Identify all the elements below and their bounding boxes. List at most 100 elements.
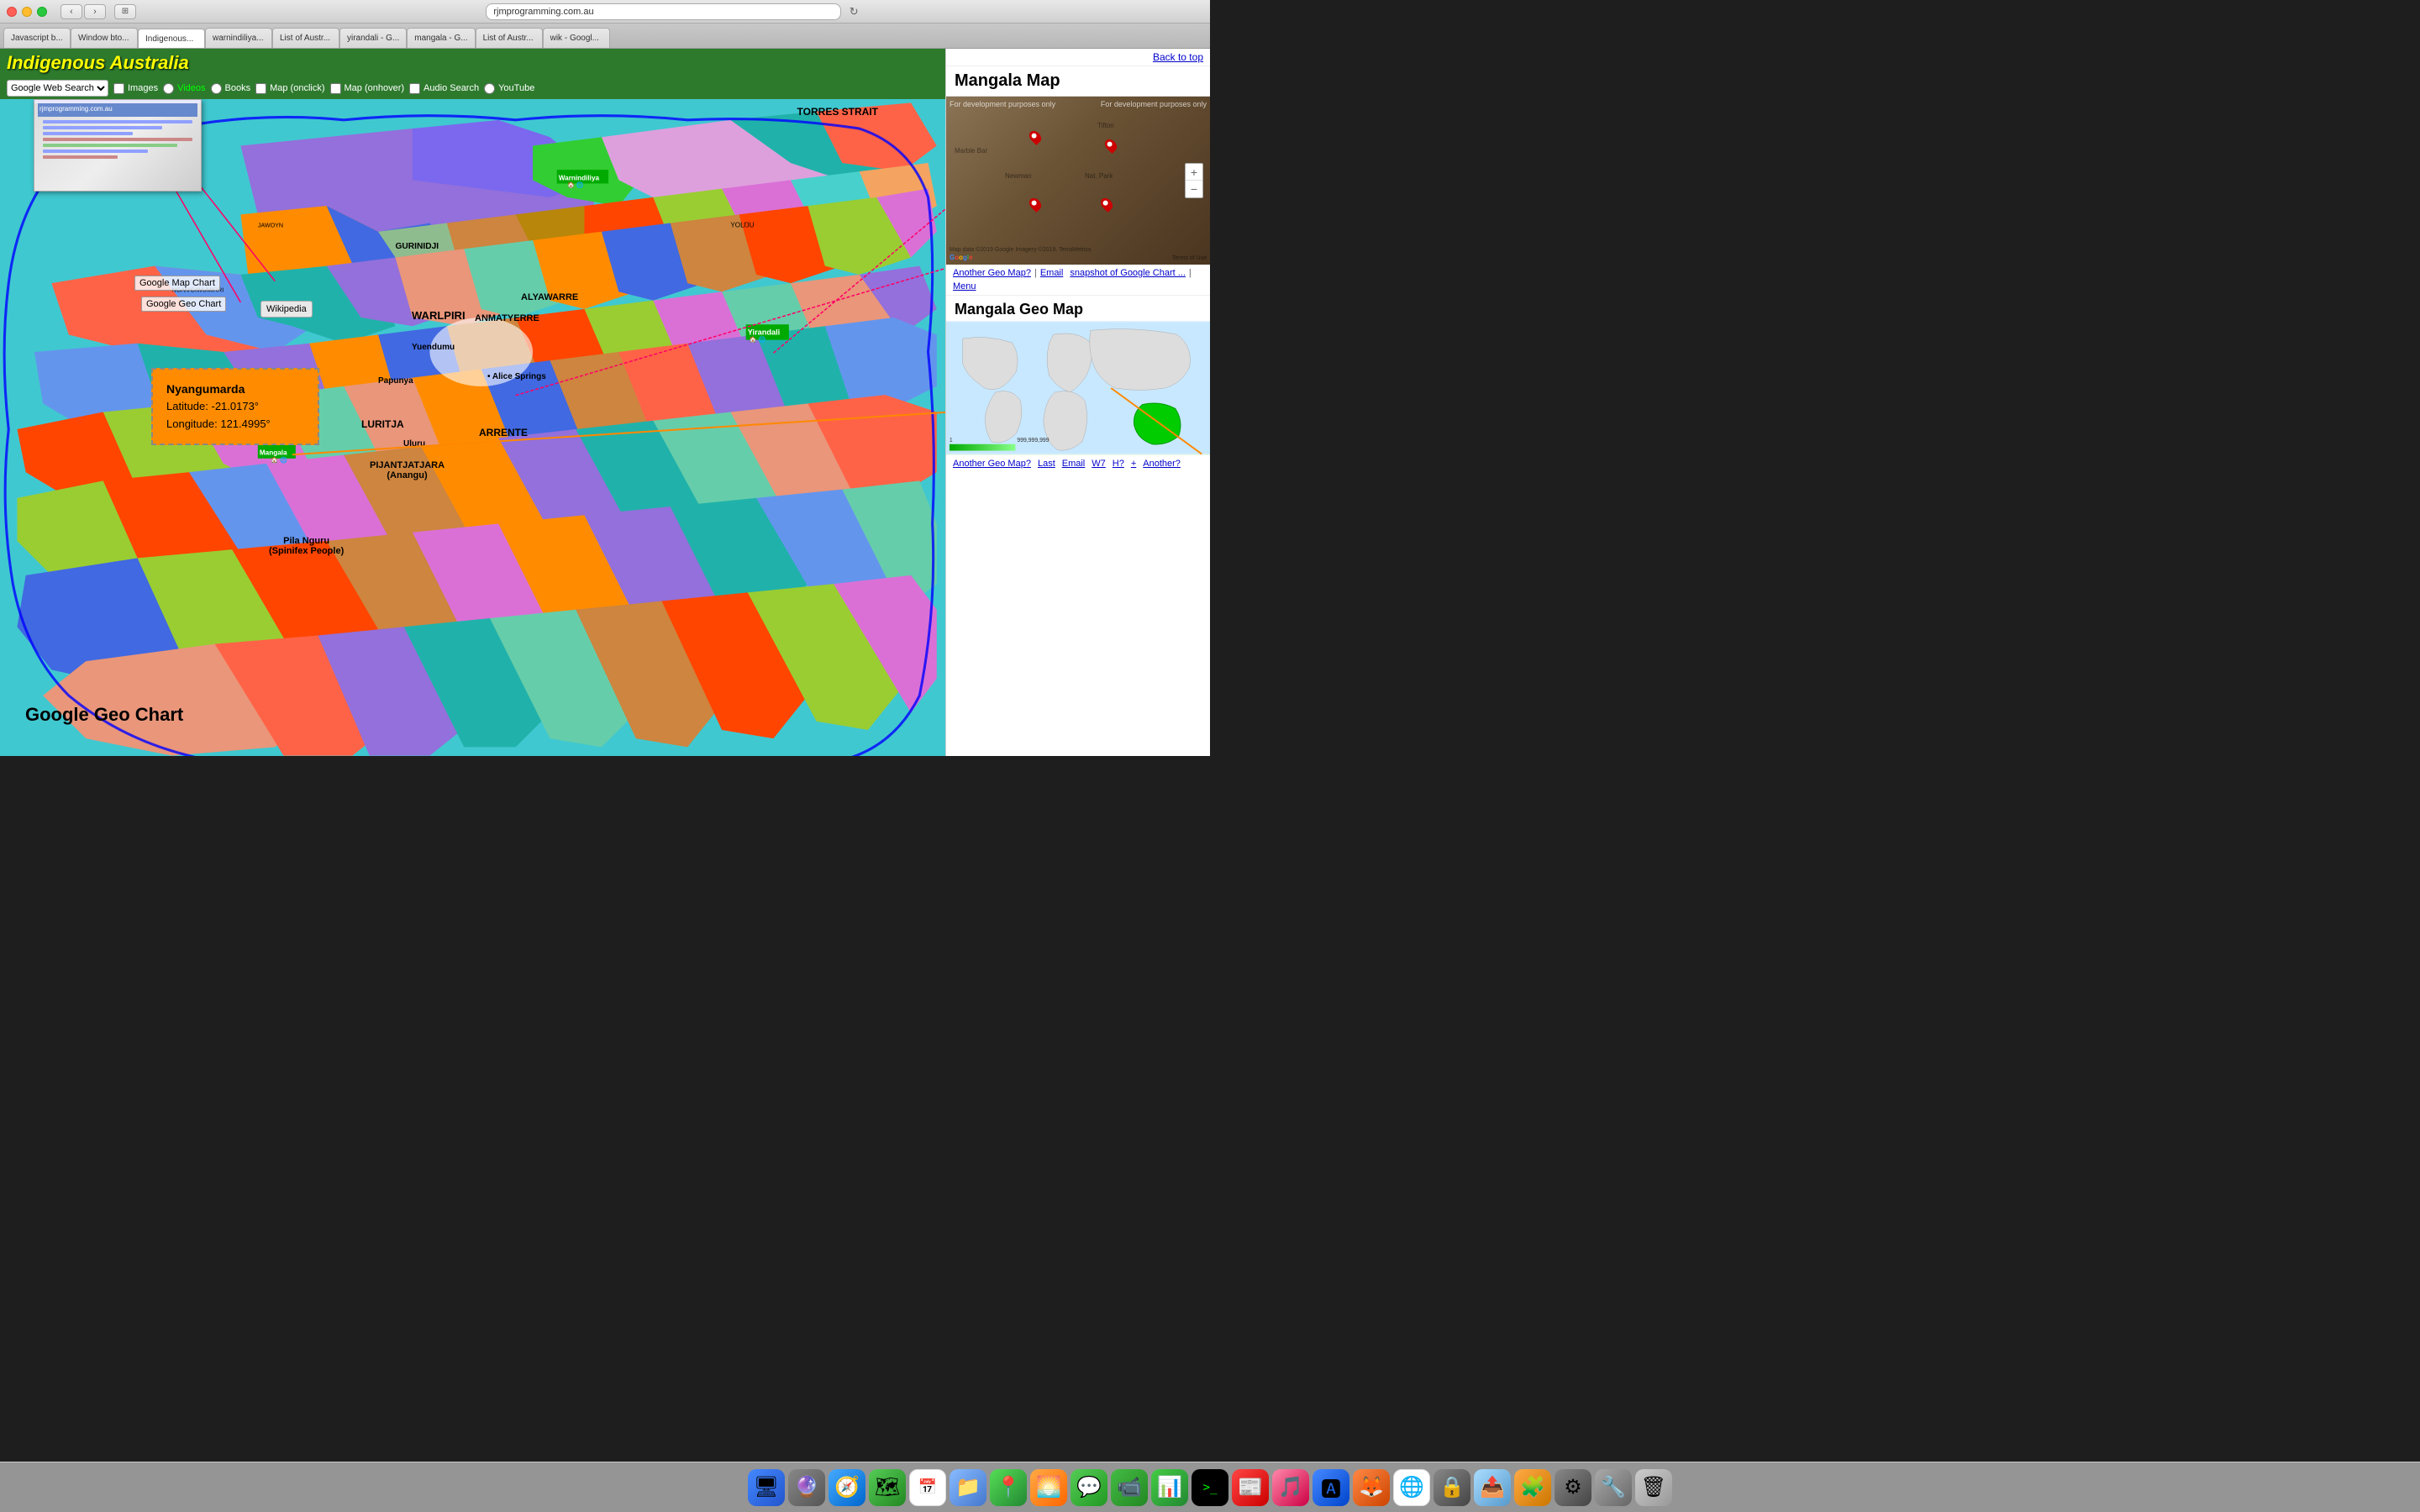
screenshot-thumbnail[interactable]: rjmprogramming.com.au — [34, 99, 202, 192]
dock-firefox[interactable]: 🦊 — [1353, 1469, 1390, 1506]
map-onhover-option[interactable]: Map (onhover) — [330, 83, 405, 94]
url-bar[interactable]: rjmprogramming.com.au — [486, 3, 840, 20]
dev-purposes-left: For development purposes only — [950, 100, 1055, 108]
dock-news[interactable]: 📰 — [1232, 1469, 1269, 1506]
dock-chrome[interactable]: 🌐 — [1393, 1469, 1430, 1506]
tooltip-name: Nyangumarda — [166, 380, 304, 398]
geo-h7-link[interactable]: H? — [1113, 459, 1124, 469]
dock-trash[interactable]: 🗑 — [1635, 1469, 1672, 1506]
dock-finder[interactable]: 🖥 — [748, 1469, 785, 1506]
tab-8[interactable]: wik - Googl... — [543, 28, 610, 48]
svg-text:1: 1 — [950, 438, 953, 444]
dock-finder2[interactable]: 📁 — [950, 1469, 986, 1506]
close-button[interactable] — [7, 7, 17, 17]
geo-another-link[interactable]: Another Geo Map? — [953, 459, 1031, 469]
dock-app3[interactable]: 🔧 — [1595, 1469, 1632, 1506]
tab-7[interactable]: List of Austr... — [476, 28, 543, 48]
zoom-in-button[interactable]: + — [1186, 164, 1202, 181]
google-map-embed[interactable]: For development purposes only For develo… — [946, 97, 1210, 265]
tab-5[interactable]: yirandali - G... — [339, 28, 407, 48]
svg-text:999,999,999: 999,999,999 — [1017, 438, 1049, 444]
dock-maps[interactable]: 🗺 — [869, 1469, 906, 1506]
google-map-chart-label[interactable]: Google Map Chart — [134, 276, 220, 291]
reload-button[interactable]: ↻ — [850, 5, 859, 18]
geo-another2-link[interactable]: Another? — [1143, 459, 1181, 469]
svg-text:GURINIDJI: GURINIDJI — [395, 242, 439, 251]
back-to-top-link[interactable]: Back to top — [946, 49, 1210, 66]
tab-2[interactable]: Indigenous... — [138, 29, 205, 49]
geo-chart-map[interactable]: 1 999,999,999 — [946, 321, 1210, 455]
svg-text:Yirandali: Yirandali — [748, 328, 780, 337]
dock-photos[interactable]: 🌅 — [1030, 1469, 1067, 1506]
google-geo-chart-label[interactable]: Google Geo Chart — [141, 297, 226, 312]
geo-email-link[interactable]: Email — [1062, 459, 1086, 469]
tab-6[interactable]: mangala - G... — [407, 28, 475, 48]
search-bar: Google Web Search Images Videos Books Ma… — [0, 77, 945, 99]
dock-music[interactable]: 🎵 — [1272, 1469, 1309, 1506]
dock-appstore[interactable]: 🅰 — [1313, 1469, 1349, 1506]
svg-text:Mangala: Mangala — [260, 449, 287, 457]
indigenous-map-svg[interactable]: GURINIDJI YOLŊU JAWOYN NGAN'GIWUMIRRI Yi… — [0, 99, 945, 756]
dock-filezilla[interactable]: 📤 — [1474, 1469, 1511, 1506]
dock-calendar[interactable]: 📅 — [909, 1469, 946, 1506]
svg-text:YOLŊU: YOLŊU — [730, 222, 754, 229]
svg-text:Warnindiliya: Warnindiliya — [559, 174, 600, 181]
mangala-geo-title: Mangala Geo Map — [946, 296, 1210, 321]
svg-text:🏠 🌐: 🏠 🌐 — [567, 181, 584, 189]
zoom-out-button[interactable]: − — [1186, 181, 1202, 197]
geo-last-link[interactable]: Last — [1038, 459, 1055, 469]
maximize-button[interactable] — [37, 7, 47, 17]
minimize-button[interactable] — [22, 7, 32, 17]
map-area[interactable]: rjmprogramming.com.au — [0, 99, 945, 756]
titlebar: ‹ › ⊞ rjmprogramming.com.au ↻ — [0, 0, 1210, 24]
tooltip-latitude: Latitude: -21.0173° — [166, 398, 304, 416]
geo-chart-links: Another Geo Map? Last Email W7 H? + Anot… — [946, 455, 1210, 472]
images-option[interactable]: Images — [113, 83, 158, 94]
dock-messages[interactable]: 💬 — [1071, 1469, 1107, 1506]
back-button[interactable]: ‹ — [60, 4, 82, 19]
world-map-svg: 1 999,999,999 — [946, 321, 1210, 455]
dock-maps2[interactable]: 📍 — [990, 1469, 1027, 1506]
tooltip-longitude: Longitude: 121.4995° — [166, 416, 304, 433]
another-geo-map-link[interactable]: Another Geo Map? — [953, 268, 1031, 278]
main-area: Indigenous Australia Google Web Search I… — [0, 49, 945, 756]
geo-plus-link[interactable]: + — [1131, 459, 1136, 469]
sidebar-toggle[interactable]: ⊞ — [114, 4, 136, 19]
svg-text:🏠 🌐: 🏠 🌐 — [271, 456, 287, 464]
dock-app1[interactable]: 🧩 — [1514, 1469, 1551, 1506]
map-pin-2 — [1102, 137, 1119, 154]
tab-4[interactable]: List of Austr... — [272, 28, 339, 48]
svg-text:🏠 🌐: 🏠 🌐 — [750, 336, 766, 344]
right-panel-title: Mangala Map — [946, 66, 1210, 97]
tifton-label: Tifton — [1097, 122, 1114, 129]
dock: 🖥 🔮 🧭 🗺 📅 📁 📍 🌅 💬 📹 📊 >_ 📰 🎵 🅰 🦊 🌐 🔒 📤 🧩… — [0, 1462, 2420, 1512]
map-pin-3 — [1027, 196, 1044, 213]
dock-security[interactable]: 🔒 — [1434, 1469, 1470, 1506]
dock-numbers[interactable]: 📊 — [1151, 1469, 1188, 1506]
search-type-select[interactable]: Google Web Search — [7, 80, 108, 97]
dock-siri[interactable]: 🔮 — [788, 1469, 825, 1506]
site-title: Indigenous Australia — [7, 52, 189, 74]
tab-3[interactable]: warnindiliya... — [205, 28, 272, 48]
geo-w7-link[interactable]: W7 — [1092, 459, 1106, 469]
wikipedia-label[interactable]: Wikipedia — [260, 301, 313, 318]
dock-safari[interactable]: 🧭 — [829, 1469, 865, 1506]
tab-0[interactable]: Javascript b... — [3, 28, 71, 48]
forward-button[interactable]: › — [84, 4, 106, 19]
terms-label: Terms of Use — [1172, 255, 1207, 261]
dock-terminal[interactable]: >_ — [1192, 1469, 1228, 1506]
map-pin-1 — [1027, 129, 1044, 145]
dock-facetime[interactable]: 📹 — [1111, 1469, 1148, 1506]
books-option[interactable]: Books — [211, 83, 251, 94]
tab-1[interactable]: Window bto... — [71, 28, 138, 48]
youtube-option[interactable]: YouTube — [484, 83, 534, 94]
snapshot-link[interactable]: snapshot of Google Chart ... — [1070, 268, 1186, 278]
videos-option[interactable]: Videos — [163, 83, 205, 94]
dock-app2[interactable]: ⚙ — [1555, 1469, 1591, 1506]
dev-purposes-right: For development purposes only — [1101, 100, 1207, 108]
map-onclick-option[interactable]: Map (onclick) — [255, 83, 324, 94]
menu-link[interactable]: Menu — [953, 281, 976, 291]
email-snapshot-link[interactable]: Email — [1040, 268, 1064, 278]
audio-search-option[interactable]: Audio Search — [409, 83, 479, 94]
geo-chart-bottom-label: Google Geo Chart — [25, 704, 183, 726]
